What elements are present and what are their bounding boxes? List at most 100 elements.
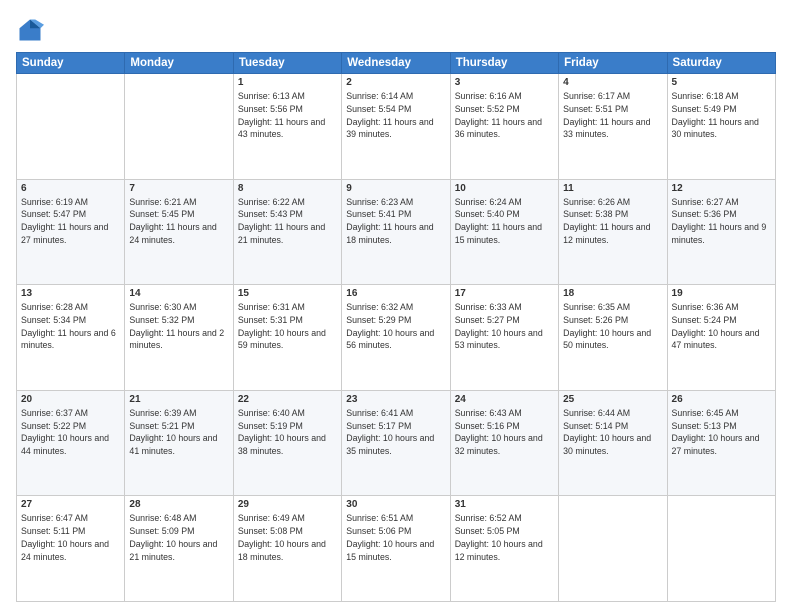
- calendar-cell: 3Sunrise: 6:16 AMSunset: 5:52 PMDaylight…: [450, 74, 558, 180]
- calendar-cell: 12 Sunrise: 6:27 AMSunset: 5:36 PMDayligh…: [667, 179, 775, 285]
- calendar-cell: 22Sunrise: 6:40 AMSunset: 5:19 PMDayligh…: [233, 390, 341, 496]
- day-detail: Sunrise: 6:49 AMSunset: 5:08 PMDaylight:…: [238, 512, 337, 563]
- weekday-sunday: Sunday: [17, 53, 125, 74]
- calendar-cell: 10Sunrise: 6:24 AMSunset: 5:40 PMDayligh…: [450, 179, 558, 285]
- day-number: 13: [21, 288, 120, 299]
- day-number: 3: [455, 77, 554, 88]
- calendar-cell: 17Sunrise: 6:33 AMSunset: 5:27 PMDayligh…: [450, 285, 558, 391]
- day-detail: Sunrise: 6:33 AMSunset: 5:27 PMDaylight:…: [455, 301, 554, 352]
- day-detail: Sunrise: 6:14 AMSunset: 5:54 PMDaylight:…: [346, 90, 445, 141]
- day-number: 9: [346, 183, 445, 194]
- day-detail: Sunrise: 6:47 AMSunset: 5:11 PMDaylight:…: [21, 512, 120, 563]
- day-number: 5: [672, 77, 771, 88]
- week-row-4: 27 Sunrise: 6:47 AMSunset: 5:11 PMDayligh…: [17, 496, 776, 602]
- calendar-cell: 31 Sunrise: 6:52 AMSunset: 5:05 PMDayligh…: [450, 496, 558, 602]
- day-number: 19: [672, 288, 771, 299]
- week-row-2: 13 Sunrise: 6:28 AMSunset: 5:34 PMDayligh…: [17, 285, 776, 391]
- day-number: 6: [21, 183, 120, 194]
- calendar-table: SundayMondayTuesdayWednesdayThursdayFrid…: [16, 52, 776, 602]
- day-detail: Sunrise: 6:37 AMSunset: 5:22 PMDaylight:…: [21, 407, 120, 458]
- day-number: 23: [346, 394, 445, 405]
- calendar-cell: 14 Sunrise: 6:30 AMSunset: 5:32 PMDayligh…: [125, 285, 233, 391]
- day-detail: Sunrise: 6:28 AMSunset: 5:34 PMDaylight:…: [21, 301, 120, 352]
- day-number: 28: [129, 499, 228, 510]
- day-number: 12: [672, 183, 771, 194]
- calendar-cell: 26 Sunrise: 6:45 AMSunset: 5:13 PMDayligh…: [667, 390, 775, 496]
- day-number: 24: [455, 394, 554, 405]
- day-number: 15: [238, 288, 337, 299]
- day-detail: Sunrise: 6:44 AMSunset: 5:14 PMDaylight:…: [563, 407, 662, 458]
- weekday-wednesday: Wednesday: [342, 53, 450, 74]
- day-detail: Sunrise: 6:27 AMSunset: 5:36 PMDaylight:…: [672, 196, 771, 247]
- day-detail: Sunrise: 6:17 AMSunset: 5:51 PMDaylight:…: [563, 90, 662, 141]
- weekday-saturday: Saturday: [667, 53, 775, 74]
- calendar-cell: 25 Sunrise: 6:44 AMSunset: 5:14 PMDayligh…: [559, 390, 667, 496]
- calendar-cell: 21 Sunrise: 6:39 AMSunset: 5:21 PMDayligh…: [125, 390, 233, 496]
- day-number: 14: [129, 288, 228, 299]
- day-number: 11: [563, 183, 662, 194]
- day-detail: Sunrise: 6:32 AMSunset: 5:29 PMDaylight:…: [346, 301, 445, 352]
- day-detail: Sunrise: 6:43 AMSunset: 5:16 PMDaylight:…: [455, 407, 554, 458]
- day-number: 4: [563, 77, 662, 88]
- calendar-cell: 29 Sunrise: 6:49 AMSunset: 5:08 PMDayligh…: [233, 496, 341, 602]
- calendar-cell: 4 Sunrise: 6:17 AMSunset: 5:51 PMDaylight…: [559, 74, 667, 180]
- day-number: 29: [238, 499, 337, 510]
- day-detail: Sunrise: 6:23 AMSunset: 5:41 PMDaylight:…: [346, 196, 445, 247]
- day-detail: Sunrise: 6:30 AMSunset: 5:32 PMDaylight:…: [129, 301, 228, 352]
- day-number: 26: [672, 394, 771, 405]
- weekday-header-row: SundayMondayTuesdayWednesdayThursdayFrid…: [17, 53, 776, 74]
- day-detail: Sunrise: 6:35 AMSunset: 5:26 PMDaylight:…: [563, 301, 662, 352]
- day-detail: Sunrise: 6:40 AMSunset: 5:19 PMDaylight:…: [238, 407, 337, 458]
- day-number: 25: [563, 394, 662, 405]
- day-detail: Sunrise: 6:45 AMSunset: 5:13 PMDaylight:…: [672, 407, 771, 458]
- day-detail: Sunrise: 6:31 AMSunset: 5:31 PMDaylight:…: [238, 301, 337, 352]
- week-row-3: 20 Sunrise: 6:37 AMSunset: 5:22 PMDayligh…: [17, 390, 776, 496]
- calendar-cell: 18Sunrise: 6:35 AMSunset: 5:26 PMDayligh…: [559, 285, 667, 391]
- day-number: 8: [238, 183, 337, 194]
- day-detail: Sunrise: 6:24 AMSunset: 5:40 PMDaylight:…: [455, 196, 554, 247]
- calendar-cell: 23Sunrise: 6:41 AMSunset: 5:17 PMDayligh…: [342, 390, 450, 496]
- calendar-cell: 28 Sunrise: 6:48 AMSunset: 5:09 PMDayligh…: [125, 496, 233, 602]
- logo: [16, 16, 48, 44]
- day-number: 30: [346, 499, 445, 510]
- day-number: 2: [346, 77, 445, 88]
- calendar-cell: 8Sunrise: 6:22 AMSunset: 5:43 PMDaylight…: [233, 179, 341, 285]
- weekday-tuesday: Tuesday: [233, 53, 341, 74]
- day-detail: Sunrise: 6:51 AMSunset: 5:06 PMDaylight:…: [346, 512, 445, 563]
- day-detail: Sunrise: 6:26 AMSunset: 5:38 PMDaylight:…: [563, 196, 662, 247]
- page: SundayMondayTuesdayWednesdayThursdayFrid…: [0, 0, 792, 612]
- calendar-cell: 7 Sunrise: 6:21 AMSunset: 5:45 PMDaylight…: [125, 179, 233, 285]
- day-detail: Sunrise: 6:52 AMSunset: 5:05 PMDaylight:…: [455, 512, 554, 563]
- day-detail: Sunrise: 6:21 AMSunset: 5:45 PMDaylight:…: [129, 196, 228, 247]
- calendar-cell: 15 Sunrise: 6:31 AMSunset: 5:31 PMDayligh…: [233, 285, 341, 391]
- weekday-monday: Monday: [125, 53, 233, 74]
- day-detail: Sunrise: 6:48 AMSunset: 5:09 PMDaylight:…: [129, 512, 228, 563]
- day-detail: Sunrise: 6:13 AMSunset: 5:56 PMDaylight:…: [238, 90, 337, 141]
- day-number: 7: [129, 183, 228, 194]
- calendar-cell: 11 Sunrise: 6:26 AMSunset: 5:38 PMDayligh…: [559, 179, 667, 285]
- header: [16, 12, 776, 44]
- calendar-cell: 20 Sunrise: 6:37 AMSunset: 5:22 PMDayligh…: [17, 390, 125, 496]
- day-number: 31: [455, 499, 554, 510]
- day-detail: Sunrise: 6:39 AMSunset: 5:21 PMDaylight:…: [129, 407, 228, 458]
- week-row-1: 6 Sunrise: 6:19 AMSunset: 5:47 PMDaylight…: [17, 179, 776, 285]
- day-number: 1: [238, 77, 337, 88]
- day-detail: Sunrise: 6:19 AMSunset: 5:47 PMDaylight:…: [21, 196, 120, 247]
- day-detail: Sunrise: 6:36 AMSunset: 5:24 PMDaylight:…: [672, 301, 771, 352]
- calendar-cell: 27 Sunrise: 6:47 AMSunset: 5:11 PMDayligh…: [17, 496, 125, 602]
- calendar-cell: 1 Sunrise: 6:13 AMSunset: 5:56 PMDaylight…: [233, 74, 341, 180]
- day-number: 27: [21, 499, 120, 510]
- day-number: 20: [21, 394, 120, 405]
- day-number: 16: [346, 288, 445, 299]
- calendar-cell: 24 Sunrise: 6:43 AMSunset: 5:16 PMDayligh…: [450, 390, 558, 496]
- calendar-cell: 6 Sunrise: 6:19 AMSunset: 5:47 PMDaylight…: [17, 179, 125, 285]
- weekday-friday: Friday: [559, 53, 667, 74]
- calendar-cell: [559, 496, 667, 602]
- weekday-thursday: Thursday: [450, 53, 558, 74]
- week-row-0: 1 Sunrise: 6:13 AMSunset: 5:56 PMDaylight…: [17, 74, 776, 180]
- calendar-cell: 5Sunrise: 6:18 AMSunset: 5:49 PMDaylight…: [667, 74, 775, 180]
- logo-icon: [16, 16, 44, 44]
- calendar-cell: [667, 496, 775, 602]
- day-number: 21: [129, 394, 228, 405]
- calendar-cell: 30 Sunrise: 6:51 AMSunset: 5:06 PMDayligh…: [342, 496, 450, 602]
